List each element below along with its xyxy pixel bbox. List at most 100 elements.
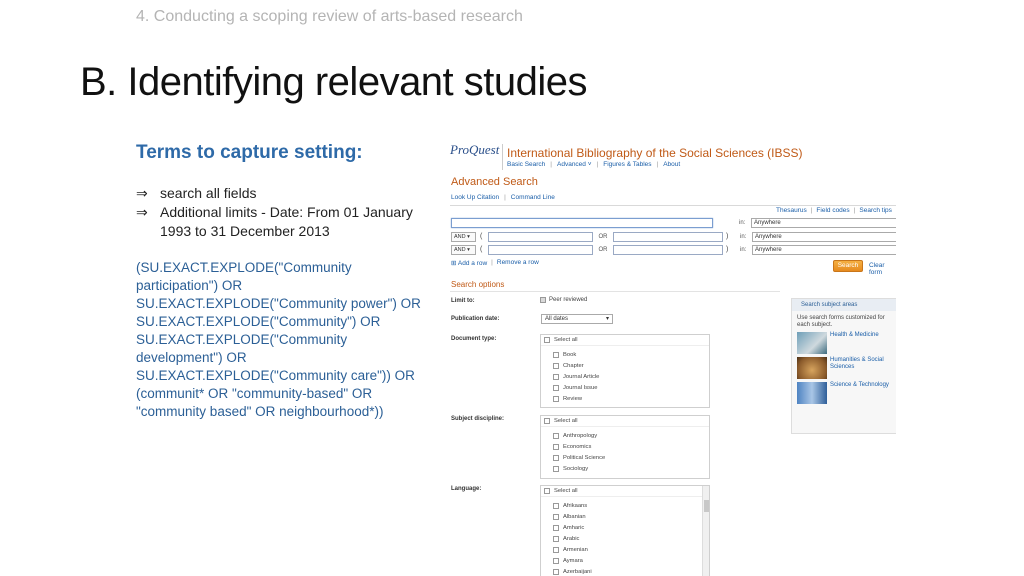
row-controls: ⊞ Add a row | Remove a row — [451, 259, 539, 267]
checkbox[interactable] — [553, 395, 559, 402]
search-input[interactable] — [613, 231, 723, 242]
field-select[interactable]: Anywhere▾ — [752, 244, 896, 255]
list-item[interactable]: Armenian — [541, 544, 709, 555]
checkbox[interactable] — [553, 432, 559, 439]
thesaurus-link[interactable]: Thesaurus — [776, 207, 807, 214]
proquest-logo[interactable]: ProQuest — [450, 142, 499, 158]
list-item-label: Journal Issue — [563, 384, 598, 391]
checkbox[interactable] — [553, 557, 559, 564]
subject-area-link[interactable]: Humanities & Social Sciences — [830, 357, 896, 371]
checkbox[interactable] — [553, 351, 559, 358]
list-item[interactable]: Albanian — [541, 511, 709, 522]
search-input[interactable] — [488, 231, 593, 242]
list-item[interactable]: Book — [541, 349, 709, 360]
clear-form-link[interactable]: Clear form — [869, 262, 896, 276]
list-item[interactable]: Journal Issue — [541, 382, 709, 393]
search-tips-link[interactable]: Search tips — [859, 207, 892, 214]
checkbox[interactable] — [553, 454, 559, 461]
list-item[interactable]: Select all — [541, 486, 709, 497]
subject-area-item[interactable]: Science & Technology — [792, 379, 896, 404]
list-item[interactable]: Political Science — [541, 452, 709, 463]
publication-date-select[interactable]: All dates — [541, 314, 613, 324]
peer-reviewed-checkbox[interactable] — [540, 297, 546, 303]
subject-area-link[interactable]: Health & Medicine — [830, 332, 879, 339]
checkbox[interactable] — [553, 373, 559, 380]
checkbox[interactable] — [544, 488, 550, 494]
left-column: Terms to capture setting: ⇒ search all f… — [136, 142, 436, 421]
subject-area-link[interactable]: Science & Technology — [830, 382, 889, 389]
or-label: OR — [598, 246, 608, 253]
operator-select[interactable]: AND ▾ — [451, 244, 476, 255]
list-item[interactable]: Sociology — [541, 463, 709, 474]
field-codes-link[interactable]: Field codes — [816, 207, 849, 214]
science-thumbnail[interactable] — [797, 382, 827, 404]
subject-discipline-list[interactable]: Select all Anthropology Economics Politi… — [540, 415, 710, 479]
list-item[interactable]: Select all — [541, 416, 709, 427]
search-input[interactable] — [451, 217, 713, 228]
look-up-citation-link[interactable]: Look Up Citation — [451, 194, 499, 201]
link-separator: | — [853, 207, 856, 214]
list-item[interactable]: Aymara — [541, 555, 709, 566]
checkbox[interactable] — [553, 502, 559, 509]
tab-about[interactable]: About — [663, 161, 680, 168]
publication-date-label: Publication date: — [451, 316, 500, 322]
peer-reviewed-label: Peer reviewed — [549, 297, 588, 303]
checkbox[interactable] — [553, 362, 559, 369]
remove-row-link[interactable]: Remove a row — [497, 259, 539, 267]
checkbox[interactable] — [544, 337, 550, 343]
search-query: (SU.EXACT.EXPLODE("Community participati… — [136, 259, 421, 421]
checkbox[interactable] — [553, 443, 559, 450]
list-item-label: Political Science — [563, 454, 606, 461]
search-input[interactable] — [488, 244, 593, 255]
field-select[interactable]: Anywhere▾ — [752, 231, 896, 242]
document-type-list[interactable]: Select all Book Chapter Journal Article … — [540, 334, 710, 408]
checkbox[interactable] — [553, 465, 559, 472]
list-item[interactable]: Amharic — [541, 522, 709, 533]
add-row-link[interactable]: ⊞ Add a row — [451, 259, 487, 267]
query-line: (SU.EXACT.EXPLODE("Community — [136, 260, 352, 275]
list-item-label: Armenian — [563, 546, 588, 553]
list-item-label: Chapter — [563, 362, 584, 369]
list-item-label: Afrikaans — [563, 502, 588, 509]
search-input[interactable] — [613, 244, 723, 255]
command-line-link[interactable]: Command Line — [511, 194, 555, 201]
checkbox[interactable] — [553, 535, 559, 542]
tab-separator: | — [596, 161, 599, 168]
list-item[interactable]: Journal Article — [541, 371, 709, 382]
checkbox[interactable] — [553, 546, 559, 553]
scroll-thumb[interactable] — [704, 500, 709, 512]
list-item[interactable]: Review — [541, 393, 709, 404]
list-item[interactable]: Economics — [541, 441, 709, 452]
list-item[interactable]: Select all — [541, 335, 709, 346]
list-item-label: Sociology — [563, 465, 589, 472]
list-item[interactable]: Arabic — [541, 533, 709, 544]
list-item[interactable]: Chapter — [541, 360, 709, 371]
query-line: "community based" OR neighbourhood*)) — [136, 404, 384, 419]
subject-area-item[interactable]: Health & Medicine — [792, 329, 896, 354]
list-item[interactable]: Azerbaijani — [541, 566, 709, 576]
open-paren: ( — [480, 233, 483, 240]
checkbox[interactable] — [544, 418, 550, 424]
subject-area-item[interactable]: Humanities & Social Sciences — [792, 354, 896, 379]
tab-advanced[interactable]: Advanced ˅ — [557, 161, 592, 168]
field-select[interactable]: Anywhere▾ — [751, 217, 896, 228]
bullet-item: 1993 to 31 December 2013 — [136, 222, 436, 241]
search-button[interactable]: Search — [833, 260, 863, 272]
language-list[interactable]: Select all Afrikaans Albanian Amharic Ar… — [540, 485, 710, 576]
tab-basic-search[interactable]: Basic Search — [507, 161, 545, 168]
checkbox[interactable] — [553, 568, 559, 575]
list-item[interactable]: Afrikaans — [541, 500, 709, 511]
list-scrollbar[interactable] — [702, 486, 709, 576]
tab-figures-tables[interactable]: Figures & Tables — [603, 161, 651, 168]
list-item-label: Select all — [554, 418, 578, 424]
health-thumbnail[interactable] — [797, 332, 827, 354]
humanities-thumbnail[interactable] — [797, 357, 827, 379]
peer-reviewed-option[interactable]: Peer reviewed — [540, 297, 587, 303]
operator-select[interactable]: AND ▾ — [451, 231, 476, 242]
search-row: AND ▾ ( OR ) in: Anywhere▾ — [451, 244, 896, 255]
checkbox[interactable] — [553, 513, 559, 520]
checkbox[interactable] — [553, 524, 559, 531]
query-line: SU.EXACT.EXPLODE("Community — [136, 332, 348, 347]
checkbox[interactable] — [553, 384, 559, 391]
list-item[interactable]: Anthropology — [541, 430, 709, 441]
